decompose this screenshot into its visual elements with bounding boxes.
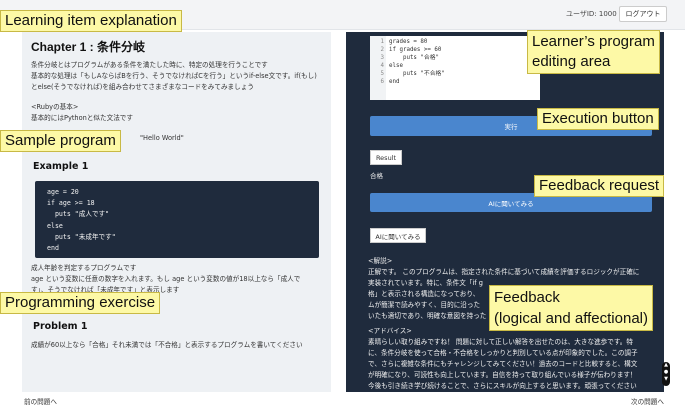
user-id: ユーザID: 1000: [566, 10, 617, 18]
logout-button[interactable]: ログアウト: [619, 6, 667, 22]
code-editor[interactable]: 1 grades = 80 2 if grades >= 60 3 puts "合格…: [370, 36, 540, 100]
feedback-line: ムが簡潔で読みやすく、目的に沿った: [368, 301, 481, 309]
code-line: age = 20: [47, 188, 79, 196]
feedback-line: が明確になり、可読性も向上しています。自信を持って取り組んでいる様子が伝わります…: [368, 371, 637, 379]
editor-line[interactable]: 5 puts "不合格": [370, 70, 445, 78]
feedback-line: 正解です。 このプログラムは、指定された条件に基づいて成績を評価するロジックが正…: [368, 268, 640, 276]
scroll-control-icon[interactable]: ▲ ● ▼: [662, 362, 670, 386]
annotation-editing-area: Learner’s program editing area: [527, 30, 660, 74]
basic-heading: <Rubyの基本>: [31, 103, 79, 111]
feedback-line: 素晴らしい取り組みですね！ 問題に対して正しい解答を出せたのは、大きな進歩です。…: [368, 338, 633, 346]
next-problem-link[interactable]: 次の問題へ: [631, 396, 664, 406]
intro-line: とelse(そうでなければ)を組み合わせてさまざまなコードをみてみましょう: [31, 83, 254, 91]
feedback-line: に、条件分岐を使って合格・不合格をしっかりと判別している点が印象的でした。この調…: [368, 349, 638, 357]
code-line: end: [47, 244, 59, 253]
code-line: else: [47, 221, 63, 230]
annotation-feedback: Feedback (logical and affectional): [489, 285, 653, 331]
example-desc: 成人年齢を判定するプログラムです: [31, 264, 137, 272]
annotation-feedback-request: Feedback request: [534, 175, 665, 197]
feedback-line: 格」と表示される構造になっており、: [368, 290, 480, 298]
tab-ai-feedback[interactable]: AIに聞いてみる: [370, 228, 426, 243]
feedback-line: で、さらに複雑な条件にもチャレンジしてみてください！過去のコードと比較すると、構…: [368, 360, 638, 368]
result-output: 合格: [370, 172, 383, 180]
feedback-line: <アドバイス>: [368, 327, 412, 335]
annotation-line: (logical and affectional): [494, 310, 648, 327]
annotation-line: Feedback: [494, 289, 560, 306]
hello-world-text: "Hello World": [140, 134, 184, 142]
problem-text: 成績が60以上なら「合格」それ未満では「不合格」と表示するプログラムを書いてくだ…: [31, 341, 303, 349]
editor-line[interactable]: 1 grades = 80: [370, 38, 428, 46]
prev-problem-link[interactable]: 前の問題へ: [24, 396, 57, 406]
code-line: puts "未成年です": [47, 232, 116, 241]
code-line: if age >= 18: [47, 199, 95, 208]
feedback-line: <解説>: [368, 257, 393, 265]
intro-line: 条件分岐とはプログラムがある条件を満たした時に、特定の処理を行うことです: [31, 61, 268, 69]
example-code-block: age = 20 if age >= 18 puts "成人です" else p…: [35, 181, 319, 258]
annotation-programming-exercise: Programming exercise: [0, 292, 161, 314]
editor-line[interactable]: 2 if grades >= 60: [370, 46, 442, 54]
annotation-line: editing area: [532, 53, 611, 70]
feedback-line: いたも適切であり、明確な意図を持った: [368, 312, 487, 320]
code-line: puts "成人です": [47, 210, 110, 219]
annotation-execution-button: Execution button: [537, 108, 659, 130]
editor-line[interactable]: 3 puts "合格": [370, 54, 439, 62]
tab-result[interactable]: Result: [370, 150, 402, 165]
intro-line: 基本的な処理は「もしAならばBを行う、そうでなければCを行う」というif-els…: [31, 72, 317, 80]
feedback-line: 今後も引き続き学び続けることで、さらにスキルが向上すると思います。頑張ってくださ…: [368, 382, 637, 390]
problem-heading: Problem 1: [33, 321, 88, 332]
example-desc: age という変数に任意の数字を入れます。もし age という変数の値が18以上…: [31, 275, 301, 283]
basic-text: 基本的にはPythonと似た文法です: [31, 114, 133, 122]
annotation-line: Learner’s program: [532, 33, 655, 50]
example-heading: Example 1: [33, 161, 89, 172]
editor-line[interactable]: 4 else: [370, 62, 403, 70]
feedback-line: 実装されています。特に、条件文「if g: [368, 279, 483, 287]
editor-line[interactable]: 6 end: [370, 78, 400, 86]
chapter-title: Chapter 1 : 条件分岐: [31, 40, 146, 54]
annotation-sample-program: Sample program: [0, 130, 121, 152]
annotation-learning-item: Learning item explanation: [0, 10, 182, 32]
